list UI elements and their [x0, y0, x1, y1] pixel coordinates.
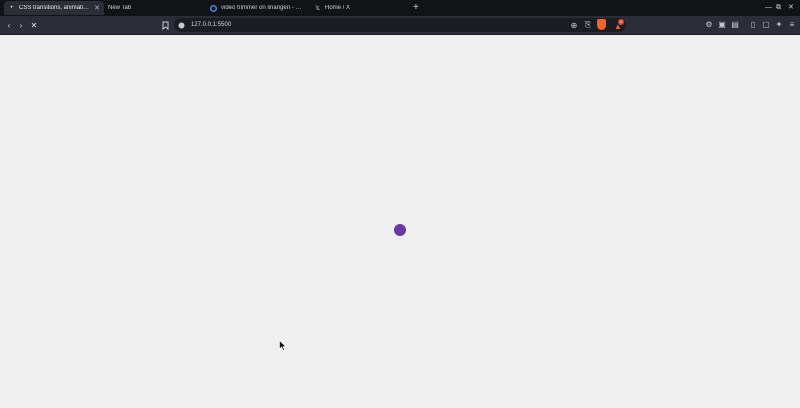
tab-new-tab[interactable]: New Tab	[104, 1, 204, 15]
url-text: 127.0.0.1:5500	[191, 22, 232, 28]
stop-loading-icon[interactable]: ✕	[28, 19, 40, 31]
page-icon: •	[10, 5, 13, 11]
tab-bar: • CSS transitions, animations ✕ New Tab …	[0, 0, 800, 16]
back-icon[interactable]: ‹	[3, 19, 15, 31]
tab-title: CSS transitions, animations	[19, 5, 92, 11]
forward-icon[interactable]: ›	[15, 19, 27, 31]
tab-css-transitions[interactable]: • CSS transitions, animations ✕	[4, 1, 104, 15]
mouse-cursor-icon	[279, 340, 287, 351]
tab-title: Home / X	[325, 5, 351, 11]
share-icon[interactable]: ⎘	[582, 19, 594, 31]
new-tab-button[interactable]: +	[413, 2, 419, 14]
tab-title: video trimmer on linangen - Gri	[221, 5, 302, 11]
tab-title: New Tab	[108, 5, 132, 11]
wallet-icon[interactable]: ▤	[729, 18, 741, 30]
bookmark-icon[interactable]	[159, 19, 171, 31]
page-content	[0, 35, 800, 408]
site-info-icon[interactable]	[175, 19, 187, 31]
zoom-icon[interactable]: ⊕	[568, 19, 580, 31]
extensions-icon[interactable]: ⚙	[703, 18, 715, 30]
leo-icon[interactable]: ▣	[716, 18, 728, 30]
notification-badge: 1	[618, 19, 624, 25]
menu-icon[interactable]: ≡	[786, 18, 798, 30]
tab-manager-icon[interactable]: ▢	[760, 18, 772, 30]
ai-assistant-icon[interactable]: ✦	[773, 18, 785, 30]
tab-home-x[interactable]: 𝕏 Home / X	[310, 1, 410, 15]
brave-shield-icon[interactable]	[597, 19, 606, 30]
x-icon: 𝕏	[315, 5, 320, 12]
tab-video-trimmer[interactable]: video trimmer on linangen - Gri	[206, 1, 306, 15]
google-icon	[210, 4, 217, 12]
minimize-icon[interactable]: —	[765, 2, 772, 14]
restore-icon[interactable]: ⧉	[776, 2, 781, 14]
close-window-icon[interactable]: ✕	[788, 2, 794, 14]
close-icon[interactable]: ✕	[94, 4, 100, 12]
sidebar-icon[interactable]: ▯	[747, 18, 759, 30]
animated-dot	[394, 224, 406, 236]
address-bar[interactable]	[174, 18, 626, 32]
